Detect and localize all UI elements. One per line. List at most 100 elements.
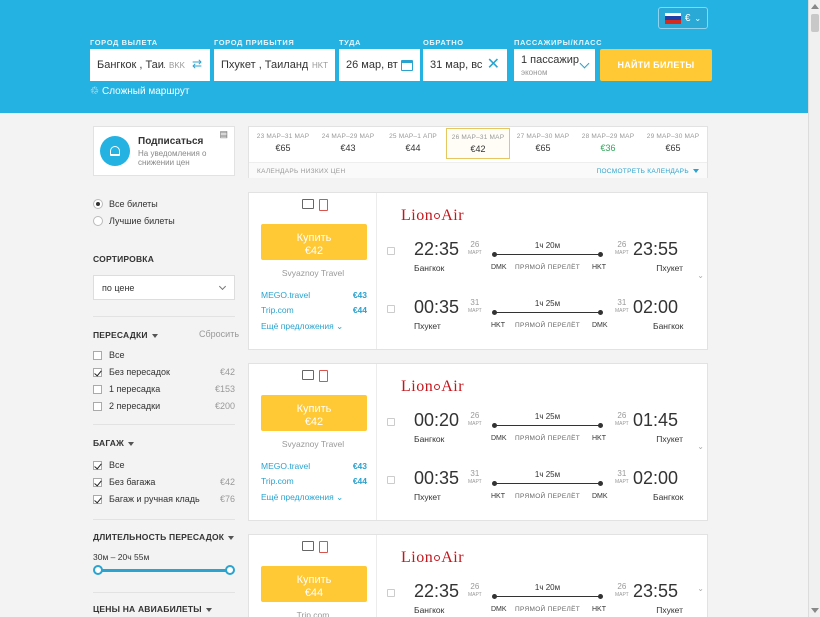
offer-price: €44 <box>352 305 367 315</box>
arrival-month: МАРТ <box>615 250 629 256</box>
view-calendar-link[interactable]: ПОСМОТРЕТЬ КАЛЕНДАРЬ <box>596 168 699 175</box>
prices-filter-toggle[interactable]: ЦЕНЫ НА АВИАБИЛЕТЫ <box>93 604 212 614</box>
date-cell[interactable]: 25 МАР–1 АПР €44 <box>381 128 445 159</box>
departure-date: 26 МАРТ <box>468 241 482 257</box>
baggage-filter-toggle[interactable]: БАГАЖ <box>93 438 135 448</box>
departure-date: 31 МАРТ <box>468 299 482 315</box>
arrival-date: 31 МАРТ <box>615 299 629 315</box>
checkbox-stops-all[interactable]: Все <box>93 350 235 360</box>
language-currency-select[interactable]: € ⌄ <box>658 7 708 29</box>
checkbox-label: Все <box>109 460 125 470</box>
date-cell[interactable]: 23 МАР–31 МАР €65 <box>251 128 315 159</box>
more-offers-link[interactable]: Ещё предложения ⌄ <box>261 321 343 332</box>
checkbox-one-stop[interactable]: 1 пересадка €153 <box>93 384 235 394</box>
flight-line <box>492 423 603 428</box>
segment-checkbox[interactable] <box>387 247 395 255</box>
search-button[interactable]: НАЙТИ БИЛЕТЫ <box>600 49 712 81</box>
buy-price: €42 <box>304 244 324 257</box>
checkbox-two-stops[interactable]: 2 пересадки €200 <box>93 401 235 411</box>
baggage-icons <box>302 370 328 382</box>
swap-icon[interactable]: ⇄ <box>192 58 204 70</box>
buy-button[interactable]: Купить €42 <box>261 224 367 260</box>
more-offers-label: Ещё предложения <box>261 492 334 502</box>
arrival-day: 26 <box>617 582 627 591</box>
page-scrollbar[interactable] <box>808 0 820 617</box>
expand-ticket-icon[interactable]: ⌄ <box>697 584 704 593</box>
segment-checkbox[interactable] <box>387 589 395 597</box>
airline-logo: Lion Air <box>401 378 465 395</box>
date-range: 29 МАР–30 МАР <box>646 133 700 140</box>
date-cell[interactable]: 24 МАР–29 МАР €43 <box>316 128 380 159</box>
checkbox-icon <box>93 384 102 394</box>
checkbox-icon <box>93 350 102 360</box>
radio-best-tickets[interactable]: Лучшие билеты <box>93 216 175 226</box>
more-offers-link[interactable]: Ещё предложения ⌄ <box>261 492 343 503</box>
expand-ticket-icon[interactable]: ⌄ <box>697 442 704 451</box>
date-cell[interactable]: 27 МАР–30 МАР €65 <box>511 128 575 159</box>
slider-handle-max[interactable] <box>225 565 235 575</box>
arrival-month: МАРТ <box>615 592 629 598</box>
alternative-offer[interactable]: Trip.com €44 <box>261 305 367 315</box>
low-price-calendar-label: КАЛЕНДАРЬ НИЗКИХ ЦЕН <box>257 168 346 175</box>
checkbox-baggage-hand[interactable]: Багаж и ручная кладь €76 <box>93 494 235 504</box>
chevron-down-icon: ⌄ <box>694 13 702 23</box>
depart-value: 26 мар, вт <box>346 59 398 71</box>
divider <box>93 519 235 520</box>
return-date-field[interactable]: 31 мар, вс ✕ <box>423 49 507 81</box>
slider-handle-min[interactable] <box>93 565 103 575</box>
checkbox-icon <box>93 401 102 411</box>
flight-line <box>492 594 603 599</box>
checkbox-checked-icon <box>93 460 102 470</box>
departure-time: 00:35 <box>414 297 460 317</box>
baggage-icons <box>302 541 328 553</box>
scroll-thumb[interactable] <box>811 14 819 32</box>
duration-filter-toggle[interactable]: ДЛИТЕЛЬНОСТЬ ПЕРЕСАДОК <box>93 532 235 542</box>
calendar-icon[interactable] <box>401 59 413 71</box>
stops-title: ПЕРЕСАДКИ <box>93 330 148 340</box>
newspaper-icon: ▤ <box>219 129 228 139</box>
buy-label: Купить <box>296 231 332 244</box>
checkbox-nonstop[interactable]: Без пересадок €42 <box>93 367 235 377</box>
duration-slider[interactable] <box>93 565 235 575</box>
subscribe-card[interactable]: Подписаться На уведомления о снижении це… <box>93 126 235 176</box>
date-cell[interactable]: 29 МАР–30 МАР €65 <box>641 128 705 159</box>
segment-checkbox[interactable] <box>387 305 395 313</box>
depart-date-field[interactable]: 26 мар, вт <box>339 49 420 81</box>
segment-checkbox[interactable] <box>387 476 395 484</box>
complex-route-label: Сложный маршрут <box>101 86 190 97</box>
sort-select[interactable]: по цене <box>93 275 235 300</box>
ticket-card: Купить €42 Svyaznoy Travel MEGO.travel €43 Tr… <box>248 363 708 521</box>
divider <box>93 592 235 593</box>
alternative-offer[interactable]: MEGO.travel €43 <box>261 290 367 300</box>
date-cell-selected[interactable]: 26 МАР–31 МАР €42 <box>446 128 510 159</box>
arrival-day: 26 <box>617 411 627 420</box>
hand-luggage-icon <box>302 199 314 209</box>
buy-button[interactable]: Купить €42 <box>261 395 367 431</box>
to-field[interactable]: Пхукет , Таиланд HKT <box>214 49 335 81</box>
departure-month: МАРТ <box>468 479 482 485</box>
reset-stops-link[interactable]: Сбросить <box>199 329 239 339</box>
return-value: 31 мар, вс <box>430 59 483 71</box>
clear-icon[interactable]: ✕ <box>487 57 500 73</box>
arrival-day: 31 <box>617 469 627 478</box>
scroll-up-icon[interactable] <box>811 4 819 9</box>
arrival-day: 26 <box>617 240 627 249</box>
radio-all-tickets[interactable]: Все билеты <box>93 199 158 209</box>
date-price: €36 <box>600 143 616 153</box>
to-value: Пхукет , Таиланд <box>221 59 308 71</box>
segment-checkbox[interactable] <box>387 418 395 426</box>
checkbox-no-baggage[interactable]: Без багажа €42 <box>93 477 235 487</box>
date-cell[interactable]: 28 МАР–29 МАР €36 <box>576 128 640 159</box>
alternative-offer[interactable]: Trip.com €44 <box>261 476 367 486</box>
radio-off-icon <box>93 216 103 226</box>
passengers-select[interactable]: 1 пассажир эконом <box>514 49 595 81</box>
baggage-icons <box>302 199 328 211</box>
stops-filter-toggle[interactable]: ПЕРЕСАДКИ <box>93 330 158 340</box>
checkbox-baggage-all[interactable]: Все <box>93 460 235 470</box>
buy-button[interactable]: Купить €44 <box>261 566 367 602</box>
date-price: €44 <box>405 143 421 153</box>
expand-ticket-icon[interactable]: ⌄ <box>697 271 704 280</box>
alternative-offer[interactable]: MEGO.travel €43 <box>261 461 367 471</box>
scroll-down-icon[interactable] <box>811 608 819 613</box>
complex-route-link[interactable]: ♲ Сложный маршрут <box>90 86 189 97</box>
